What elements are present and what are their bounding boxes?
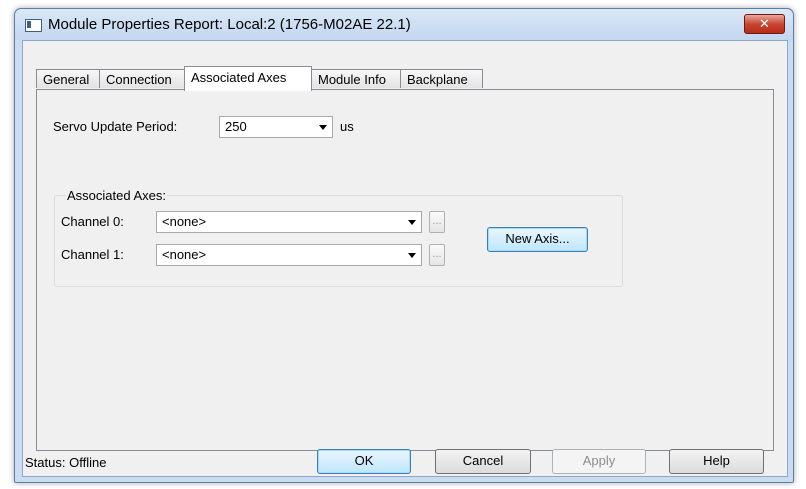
tab-associated-axes[interactable]: Associated Axes xyxy=(184,66,312,91)
channel-1-value: <none> xyxy=(162,247,207,262)
ok-button[interactable]: OK xyxy=(317,449,411,474)
servo-update-period-label: Servo Update Period: xyxy=(53,119,178,134)
tab-backplane[interactable]: Backplane xyxy=(400,69,483,88)
channel-0-value: <none> xyxy=(162,214,207,229)
cancel-button[interactable]: Cancel xyxy=(435,449,531,474)
servo-unit-label: us xyxy=(340,119,354,134)
new-axis-button[interactable]: New Axis... xyxy=(487,227,588,252)
tab-connection[interactable]: Connection xyxy=(99,69,185,88)
servo-update-period-select[interactable]: 250 xyxy=(219,116,333,138)
associated-axes-group-label: Associated Axes: xyxy=(66,188,167,203)
channel-1-browse-button[interactable]: ... xyxy=(429,244,445,266)
servo-update-period-value: 250 xyxy=(225,119,247,134)
chevron-down-icon xyxy=(408,220,416,225)
window-icon xyxy=(25,19,42,32)
chevron-down-icon xyxy=(319,125,327,130)
channel-0-label: Channel 0: xyxy=(61,214,124,229)
channel-1-label: Channel 1: xyxy=(61,247,124,262)
tab-general[interactable]: General xyxy=(36,69,100,88)
status-label: Status: xyxy=(25,455,66,470)
window-title: Module Properties Report: Local:2 (1756-… xyxy=(48,16,411,33)
channel-0-select[interactable]: <none> xyxy=(156,211,422,233)
dialog-client-area: General Connection Associated Axes Modul… xyxy=(22,40,788,477)
close-button[interactable]: ✕ xyxy=(744,14,785,34)
help-button[interactable]: Help xyxy=(669,449,764,474)
channel-0-browse-button[interactable]: ... xyxy=(429,211,445,233)
close-icon: ✕ xyxy=(759,16,770,31)
module-properties-window: Module Properties Report: Local:2 (1756-… xyxy=(14,8,794,483)
apply-button[interactable]: Apply xyxy=(552,449,646,474)
associated-axes-panel: Servo Update Period: 250 us Associated A… xyxy=(36,89,774,451)
status-bar: Status: Offline xyxy=(25,455,106,470)
chevron-down-icon xyxy=(408,253,416,258)
status-value: Offline xyxy=(69,455,107,470)
tab-module-info[interactable]: Module Info xyxy=(311,69,401,88)
title-bar[interactable]: Module Properties Report: Local:2 (1756-… xyxy=(15,9,793,40)
channel-1-select[interactable]: <none> xyxy=(156,244,422,266)
